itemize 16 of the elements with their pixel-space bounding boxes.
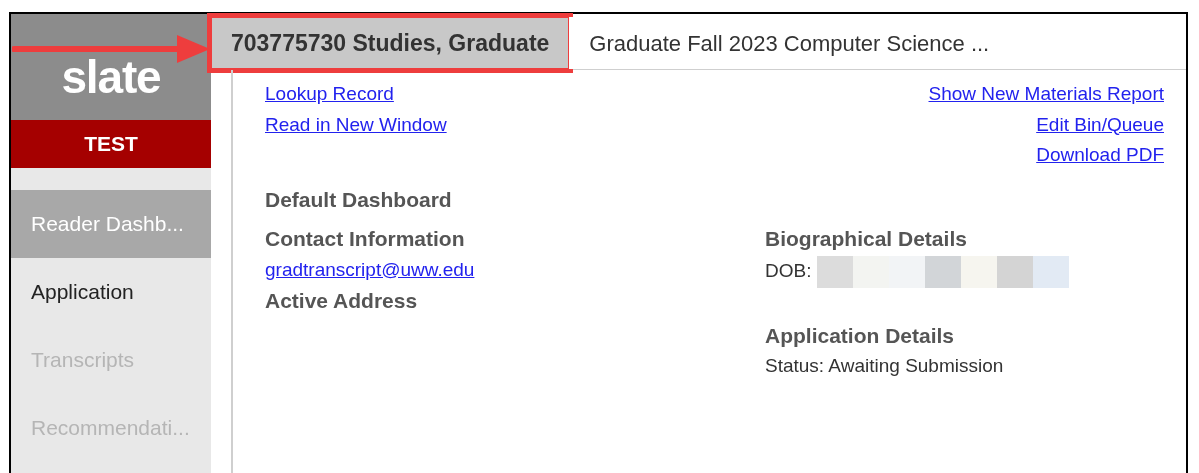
environment-label: TEST bbox=[84, 131, 138, 158]
section-heading: Application Details bbox=[765, 322, 956, 349]
field-label: DOB: bbox=[765, 259, 812, 284]
link[interactable]: Show New Materials Report bbox=[928, 80, 1164, 109]
sidebar-item[interactable]: Application bbox=[11, 258, 211, 326]
section-heading: Active Address bbox=[265, 288, 419, 314]
link[interactable]: gradtranscript@uww.edu bbox=[265, 255, 475, 284]
dashboard-title: Default Dashboard bbox=[265, 186, 453, 213]
link[interactable]: Download PDF bbox=[1036, 141, 1164, 170]
link[interactable]: Read in New Window bbox=[265, 110, 447, 139]
status-text: Status: Awaiting Submission bbox=[765, 354, 1005, 378]
section-heading: Biographical Details bbox=[765, 226, 968, 252]
section-heading: Contact Information bbox=[265, 226, 466, 252]
link[interactable]: Lookup Record bbox=[265, 80, 447, 109]
logo: slate bbox=[61, 54, 161, 100]
link[interactable]: Edit Bin/Queue bbox=[1036, 110, 1164, 139]
